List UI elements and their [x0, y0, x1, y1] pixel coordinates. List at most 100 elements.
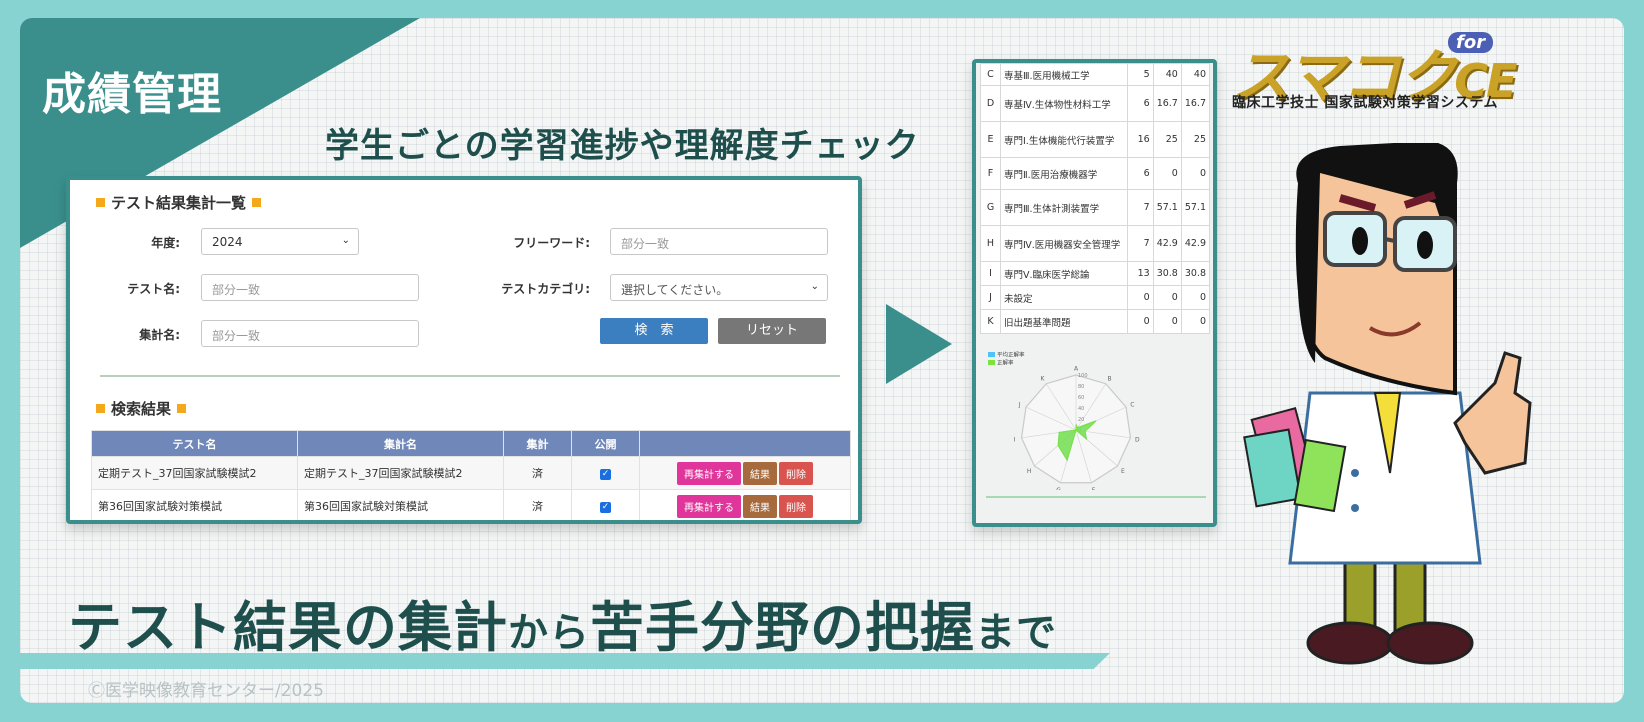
category-name: 専基Ⅳ.生体物性材料工学: [1000, 85, 1128, 122]
question-count: 7: [1126, 189, 1154, 226]
question-count: 6: [1126, 157, 1154, 190]
test-name-label: テスト名:: [127, 282, 180, 296]
average-rate: 25: [1152, 121, 1182, 158]
brand-logo: スマコクCE for: [1232, 30, 1522, 111]
chevron-down-icon: ⌄: [341, 235, 350, 246]
square-bullet-icon: [96, 198, 105, 207]
average-rate: 57.1: [1152, 189, 1182, 226]
status-cell: 済: [503, 489, 572, 520]
correct-rate: 0: [1180, 285, 1211, 310]
radar-chart: ABCDEFGHIJK100806040200平均正解率正解率: [988, 351, 1140, 490]
stats-row: F 専門Ⅱ.医用治療機器学 6 0 0: [980, 157, 1211, 190]
radar-tick-label: 20: [1078, 417, 1084, 423]
results-table: テスト名 集計名 集計 公開 定期テスト_37回国家試験模試2 定期テスト_37…: [91, 430, 851, 520]
recount-button[interactable]: 再集計する: [677, 494, 741, 518]
public-cell: ✓: [571, 489, 640, 520]
headline-part: まで: [975, 610, 1057, 656]
reset-button[interactable]: リセット: [718, 318, 826, 344]
category-letter: J: [980, 285, 1001, 310]
summary-name-cell: 第36回国家試験対策模試: [297, 489, 504, 520]
public-checkbox[interactable]: ✓: [600, 469, 611, 480]
question-count: 7: [1126, 225, 1154, 262]
category-name: 旧出題基準問題: [1000, 309, 1128, 334]
radar-axis-label: F: [1092, 487, 1096, 490]
average-rate: 30.8: [1152, 261, 1182, 286]
recount-button[interactable]: 再集計する: [677, 461, 741, 485]
category-letter: D: [980, 85, 1001, 122]
test-results-panel: テスト結果集計一覧 年度: 2024 ⌄ フリーワード: 部分一致 テスト名: …: [66, 176, 862, 524]
result-button[interactable]: 結果: [743, 461, 777, 485]
column-header: 集計: [503, 430, 572, 457]
legend-label: 平均正解率: [997, 351, 1025, 359]
stats-row: H 専門Ⅳ.医用機器安全管理学 7 42.9 42.9: [980, 225, 1211, 262]
question-count: 13: [1126, 261, 1154, 286]
category-name: 未設定: [1000, 285, 1128, 310]
table-header-row: テスト名 集計名 集計 公開: [91, 430, 851, 457]
summary-name-cell: 定期テスト_37回国家試験模試2: [297, 456, 504, 490]
page-subtitle: 学生ごとの学習進捗や理解度チェック: [325, 126, 920, 166]
test-name-input[interactable]: 部分一致: [201, 274, 419, 301]
test-name-cell: 第36回国家試験対策模試: [91, 489, 298, 520]
radar-axis-label: J: [1018, 402, 1021, 409]
bottom-headline: テスト結果の集計から苦手分野の把握まで: [68, 583, 1057, 662]
summary-name-input[interactable]: 部分一致: [201, 320, 419, 347]
category-stats-panel: C 専基Ⅲ.医用機械工学 5 40 40 D 専基Ⅳ.生体物性材料工学 6 16.7 16.7 E 専…: [972, 59, 1217, 527]
year-select[interactable]: 2024 ⌄: [201, 228, 359, 255]
square-bullet-icon: [177, 404, 187, 413]
category-name: 専基Ⅲ.医用機械工学: [1000, 63, 1128, 86]
result-button[interactable]: 結果: [743, 494, 777, 518]
radar-axis-label: K: [1041, 375, 1046, 382]
radar-axis-label: D: [1135, 436, 1140, 443]
mascot-character-illustration: [1243, 143, 1532, 665]
column-header: [639, 430, 851, 457]
freeword-input[interactable]: 部分一致: [610, 228, 828, 255]
average-rate: 0: [1152, 309, 1182, 334]
category-letter: F: [980, 157, 1001, 190]
year-label: 年度:: [151, 236, 180, 250]
correct-rate: 30.8: [1180, 261, 1211, 286]
average-rate: 16.7: [1152, 85, 1182, 122]
stats-row: K 旧出題基準問題 0 0 0: [980, 309, 1211, 334]
stats-row: D 専基Ⅳ.生体物性材料工学 6 16.7 16.7: [980, 85, 1211, 122]
column-header: 公開: [571, 430, 640, 457]
category-name: 専門Ⅴ.臨床医学総論: [1000, 261, 1128, 286]
test-category-select[interactable]: 選択してください。 ⌄: [610, 274, 828, 301]
actions-cell: 再集計する 結果 削除: [639, 489, 851, 520]
radar-axis-label: A: [1074, 366, 1079, 373]
delete-button[interactable]: 削除: [779, 494, 813, 518]
logo-tagline: 臨床工学技士 国家試験対策学習システム: [1232, 95, 1498, 111]
category-name: 専門Ⅲ.生体計測装置学: [1000, 189, 1128, 226]
category-stats-table: C 専基Ⅲ.医用機械工学 5 40 40 D 専基Ⅳ.生体物性材料工学 6 16.7 16.7 E 専…: [980, 63, 1211, 334]
bottom-accent-band: [20, 653, 1110, 669]
radar-axis-label: I: [1014, 436, 1016, 443]
test-name-cell: 定期テスト_37回国家試験模試2: [91, 456, 298, 490]
average-rate: 42.9: [1152, 225, 1182, 262]
headline-part: テスト結果の集計: [68, 596, 508, 659]
category-letter: G: [980, 189, 1001, 226]
section-heading-results: 検索結果: [96, 398, 187, 419]
public-cell: ✓: [571, 456, 640, 490]
summary-name-label: 集計名:: [139, 328, 180, 342]
stats-row: I 専門Ⅴ.臨床医学総論 13 30.8 30.8: [980, 261, 1211, 286]
category-letter: I: [980, 261, 1001, 286]
chevron-down-icon: ⌄: [810, 281, 819, 292]
freeword-label: フリーワード:: [513, 236, 590, 250]
category-letter: K: [980, 309, 1001, 334]
status-cell: 済: [503, 456, 572, 490]
correct-rate: 40: [1180, 63, 1211, 86]
correct-rate: 25: [1180, 121, 1211, 158]
search-button[interactable]: 検 索: [600, 318, 708, 344]
stats-row: J 未設定 0 0 0: [980, 285, 1211, 310]
column-header: テスト名: [91, 430, 298, 457]
headline-part: 苦手分野の把握: [590, 596, 975, 659]
category-name: 専門Ⅳ.医用機器安全管理学: [1000, 225, 1128, 262]
arrow-right-icon: [886, 304, 952, 384]
correct-rate: 0: [1180, 309, 1211, 334]
public-checkbox[interactable]: ✓: [600, 502, 611, 513]
delete-button[interactable]: 削除: [779, 461, 813, 485]
correct-rate: 42.9: [1180, 225, 1211, 262]
copyright-notice: Ⓒ医学映像教育センター/2025: [88, 681, 324, 701]
table-row: 第36回国家試験対策模試 第36回国家試験対策模試 済 ✓ 再集計する 結果 削除: [91, 489, 851, 520]
correct-rate: 16.7: [1180, 85, 1211, 122]
stats-row: C 専基Ⅲ.医用機械工学 5 40 40: [980, 63, 1211, 86]
